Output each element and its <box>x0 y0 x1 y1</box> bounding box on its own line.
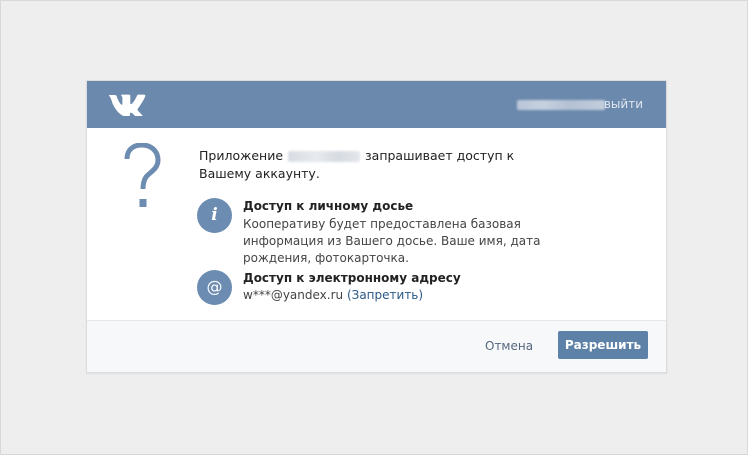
permission-text: Доступ к электронному адресу w***@yandex… <box>243 270 573 304</box>
user-name-redacted <box>517 100 605 110</box>
info-icon: i <box>197 198 232 233</box>
allow-button[interactable]: Разрешить <box>558 331 648 359</box>
logout-link[interactable]: выйти <box>604 96 643 112</box>
deny-email-link[interactable]: (Запретить) <box>347 288 423 302</box>
vk-logo[interactable] <box>107 92 147 116</box>
at-icon: @ <box>197 270 232 305</box>
email-address: w***@yandex.ru <box>243 288 344 302</box>
dialog-footer: Отмена Разрешить <box>87 320 666 372</box>
dialog-header: выйти <box>87 81 666 128</box>
permission-description: Кооперативу будет предоставлена базовая … <box>243 217 541 265</box>
oauth-dialog: выйти Приложение запрашивает доступ к Ва… <box>86 80 667 373</box>
cancel-button[interactable]: Отмена <box>485 338 533 354</box>
request-text: Приложение запрашивает доступ к Вашему а… <box>199 147 539 183</box>
permission-title: Доступ к электронному адресу <box>243 271 461 285</box>
request-prefix: Приложение <box>199 148 284 163</box>
permission-title: Доступ к личному досье <box>243 199 414 213</box>
permission-description: w***@yandex.ru (Запретить) <box>243 287 573 304</box>
permission-text: Доступ к личному досье Кооперативу будет… <box>243 198 573 267</box>
app-name-redacted <box>288 151 361 162</box>
question-mark-icon <box>124 143 161 207</box>
